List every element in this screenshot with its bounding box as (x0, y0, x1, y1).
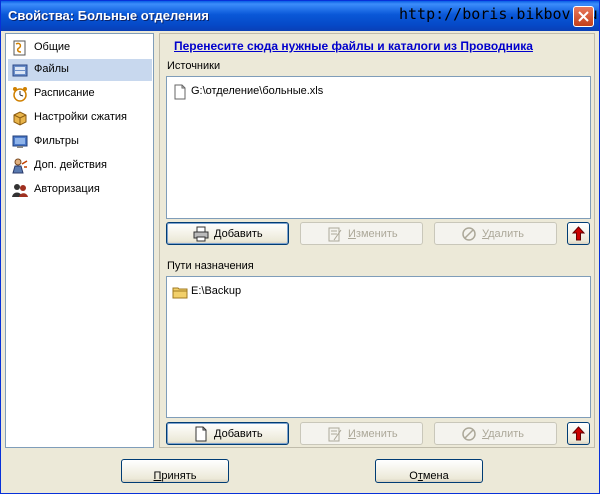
monitor-icon (12, 135, 28, 148)
sidebar-item-filters[interactable]: Фильтры (8, 131, 152, 153)
close-icon (578, 11, 589, 22)
add-label: обавить (221, 428, 263, 440)
accel-key: Д (214, 428, 222, 440)
close-button[interactable] (573, 6, 594, 27)
add-label: обавить (221, 228, 263, 240)
source-path: G:\отделение\больные.xls (191, 85, 324, 97)
sidebar-item-label: Общие (34, 41, 71, 53)
window-title: Свойства: Больные отделения (8, 8, 209, 23)
sidebar-item-label: Авторизация (34, 183, 100, 195)
cancel-button[interactable]: Отмена (375, 459, 483, 483)
edit-source-button[interactable]: Изменить (300, 222, 423, 245)
add-destination-button[interactable]: Добавить (166, 422, 289, 445)
edit-label: зменить (355, 228, 398, 240)
move-destination-up-button[interactable] (567, 422, 590, 445)
watermark-url: http://boris.bikbov.ru (399, 5, 598, 23)
accel-key: Д (214, 228, 222, 240)
cancel-label-end: мена (422, 470, 449, 482)
no-entry-icon (462, 227, 476, 241)
sidebar-item-label: Расписание (34, 87, 95, 99)
destination-path: E:\Backup (191, 285, 242, 297)
accept-label: ринять (161, 470, 197, 482)
delete-label: далить (488, 428, 525, 440)
sidebar-item-files[interactable]: Файлы (8, 59, 152, 81)
accel-key: И (348, 228, 356, 240)
sidebar-item-extra-actions[interactable]: Доп. действия (8, 155, 152, 177)
properties-dialog: Свойства: Больные отделения http://boris… (0, 0, 600, 494)
sidebar-item-label: Фильтры (34, 135, 79, 147)
printer-icon (193, 226, 209, 242)
files-icon (12, 64, 28, 77)
destinations-label: Пути назначения (167, 260, 254, 272)
new-document-icon (195, 426, 207, 442)
sidebar-item-compression[interactable]: Настройки сжатия (8, 107, 152, 129)
compression-box-icon (13, 111, 27, 126)
title-bar[interactable]: Свойства: Больные отделения http://boris… (1, 1, 599, 31)
sidebar-item-schedule[interactable]: Расписание (8, 83, 152, 105)
sidebar-item-general[interactable]: Общие (8, 37, 152, 59)
up-arrow-icon (572, 226, 585, 241)
files-panel: Перенесите сюда нужные файлы и каталоги … (159, 33, 595, 448)
edit-document-icon (328, 227, 342, 242)
sidebar-item-label: Доп. действия (34, 159, 107, 171)
users-auth-icon (12, 184, 28, 197)
accel-key: И (348, 428, 356, 440)
delete-source-button[interactable]: Удалить (434, 222, 557, 245)
edit-destination-button[interactable]: Изменить (300, 422, 423, 445)
alarm-clock-icon (13, 87, 27, 102)
add-source-button[interactable]: Добавить (166, 222, 289, 245)
delete-label: далить (488, 228, 525, 240)
destinations-list[interactable]: E:\Backup (166, 276, 591, 418)
delete-destination-button[interactable]: Удалить (434, 422, 557, 445)
move-source-up-button[interactable] (567, 222, 590, 245)
files-panel-body: Перенесите сюда нужные файлы и каталоги … (160, 34, 594, 447)
general-icon (13, 40, 26, 56)
sources-list[interactable]: G:\отделение\больные.xls (166, 76, 591, 219)
edit-document-icon (328, 427, 342, 442)
up-arrow-icon (572, 426, 585, 441)
no-entry-icon (462, 427, 476, 441)
sidebar-item-label: Настройки сжатия (34, 111, 127, 123)
accept-button[interactable]: Принять (121, 459, 229, 483)
sidebar-item-authorization[interactable]: Авторизация (8, 179, 152, 201)
sidebar: Общие Файлы Расписание Настройки сжатия … (5, 33, 154, 448)
sources-label: Источники (167, 60, 221, 72)
file-icon (174, 84, 186, 100)
sidebar-item-label: Файлы (34, 63, 69, 75)
person-action-icon (12, 158, 28, 174)
drag-hint-link[interactable]: Перенесите сюда нужные файлы и каталоги … (174, 39, 533, 53)
folder-icon (172, 287, 188, 299)
edit-label: зменить (355, 428, 398, 440)
cancel-label-start: О (409, 470, 418, 482)
